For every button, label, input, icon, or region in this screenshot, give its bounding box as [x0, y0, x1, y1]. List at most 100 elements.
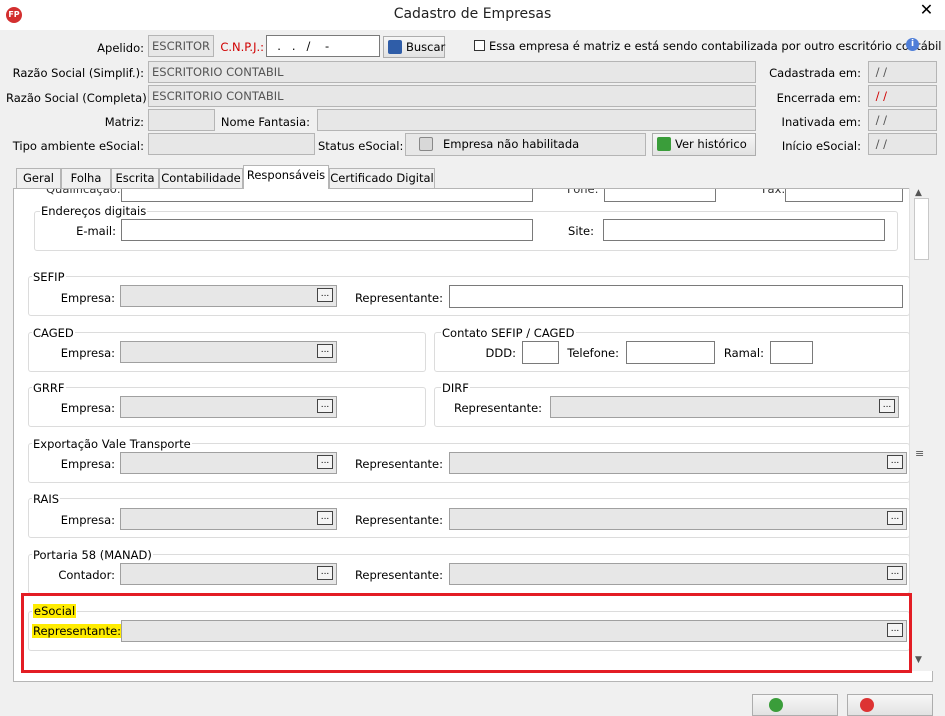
ellipsis-icon[interactable]: ... — [887, 455, 903, 469]
telefone-label: Telefone: — [567, 346, 619, 360]
tab-folha[interactable]: Folha — [61, 168, 111, 188]
ddd-input[interactable] — [522, 341, 559, 364]
rais-representante-lookup[interactable]: ... — [449, 508, 907, 530]
grrf-empresa-lookup[interactable]: ... — [120, 396, 337, 418]
scroll-thumb[interactable] — [914, 198, 929, 260]
cadastrada-label: Cadastrada em: — [769, 66, 861, 80]
buscar-button[interactable]: Buscar — [383, 36, 445, 58]
matriz-checkbox[interactable] — [474, 40, 485, 51]
close-window-button[interactable]: ✕ — [908, 0, 945, 22]
ellipsis-icon[interactable]: ... — [317, 455, 333, 469]
cadastrada-date[interactable]: / / — [868, 61, 937, 83]
email-input[interactable] — [121, 219, 533, 241]
email-label: E-mail: — [76, 224, 116, 238]
matriz-label: Matriz: — [104, 115, 144, 129]
vale-empresa-lookup[interactable]: ... — [120, 452, 337, 474]
ellipsis-icon[interactable]: ... — [887, 511, 903, 525]
site-input[interactable] — [603, 219, 885, 241]
ellipsis-icon[interactable]: ... — [317, 344, 333, 358]
ver-historico-label: Ver histórico — [675, 137, 747, 151]
sefip-empresa-lookup[interactable]: ... — [120, 285, 337, 307]
sefip-title: SEFIP — [32, 270, 66, 284]
dirf-representante-lookup[interactable]: ... — [550, 396, 899, 418]
vale-representante-label: Representante: — [354, 457, 443, 471]
highlight-annotation-box — [21, 593, 912, 673]
vertical-scrollbar[interactable]: ▲ ≡ ▼ — [909, 188, 933, 671]
fone-label: Fone: — [567, 188, 599, 196]
status-esocial-value: Empresa não habilitada — [443, 137, 580, 151]
ellipsis-icon[interactable]: ... — [317, 399, 333, 413]
portaria-contador-label: Contador: — [58, 568, 115, 582]
sefip-representante-input[interactable] — [449, 285, 903, 308]
inativada-label: Inativada em: — [781, 115, 861, 129]
portaria-representante-label: Representante: — [354, 568, 443, 582]
confirm-button[interactable] — [752, 694, 838, 716]
cancel-button[interactable] — [847, 694, 933, 716]
ver-historico-button[interactable]: Ver histórico — [652, 133, 756, 156]
caged-empresa-lookup[interactable]: ... — [120, 341, 337, 363]
razao-completa-field[interactable]: ESCRITORIO CONTABIL — [148, 85, 756, 107]
tipo-ambiente-field[interactable] — [148, 133, 315, 155]
razao-simplificada-label: Razão Social (Simplif.): — [12, 66, 144, 80]
inativada-date[interactable]: / / — [868, 109, 937, 131]
ramal-label: Ramal: — [723, 346, 764, 360]
apelido-label: Apelido: — [97, 41, 144, 55]
tipo-ambiente-label: Tipo ambiente eSocial: — [12, 139, 144, 153]
fone-input[interactable] — [604, 189, 716, 202]
portaria-contador-lookup[interactable]: ... — [120, 563, 337, 585]
ellipsis-icon[interactable]: ... — [317, 288, 333, 302]
scroll-grip-icon: ≡ — [915, 447, 925, 460]
ellipsis-icon[interactable]: ... — [879, 399, 895, 413]
nome-fantasia-label: Nome Fantasia: — [220, 115, 310, 129]
nome-fantasia-field[interactable] — [317, 109, 756, 131]
document-icon — [419, 137, 433, 151]
tab-escrita[interactable]: Escrita — [111, 168, 159, 188]
rais-title: RAIS — [32, 492, 61, 506]
window-title: Cadastro de Empresas — [393, 6, 552, 22]
scroll-down-icon[interactable]: ▼ — [915, 655, 922, 665]
encerrada-date[interactable]: / / — [868, 85, 937, 107]
ddd-label: DDD: — [485, 346, 516, 360]
cancel-icon — [860, 698, 874, 712]
rais-empresa-lookup[interactable]: ... — [120, 508, 337, 530]
razao-completa-label: Razão Social (Completa): — [6, 91, 151, 105]
cnpj-input[interactable]: . . / - — [266, 35, 380, 57]
telefone-input[interactable] — [626, 341, 715, 364]
grrf-title: GRRF — [32, 381, 66, 395]
ramal-input[interactable] — [770, 341, 813, 364]
cnpj-label: C.N.P.J.: — [220, 40, 264, 54]
dirf-representante-label: Representante: — [454, 401, 543, 415]
buscar-button-label: Buscar — [406, 40, 446, 54]
portaria-title: Portaria 58 (MANAD) — [32, 548, 153, 562]
fax-input[interactable] — [785, 189, 903, 202]
enderecos-digitais-title: Endereços digitais — [40, 204, 148, 218]
info-icon[interactable]: i — [906, 38, 919, 51]
ellipsis-icon[interactable]: ... — [887, 566, 903, 580]
rais-representante-label: Representante: — [354, 513, 443, 527]
razao-simplificada-field[interactable]: ESCRITORIO CONTABIL — [148, 61, 756, 83]
status-esocial-field: Empresa não habilitada — [405, 133, 646, 156]
sefip-empresa-label: Empresa: — [60, 291, 115, 305]
tab-certificado-digital[interactable]: Certificado Digital — [329, 168, 435, 188]
apelido-field[interactable]: ESCRITOR — [148, 35, 214, 57]
qualificacao-input[interactable] — [121, 189, 533, 202]
history-icon — [657, 137, 671, 151]
scroll-up-icon[interactable]: ▲ — [915, 188, 922, 198]
inicio-esocial-date[interactable]: / / — [868, 133, 937, 155]
matriz-field[interactable] — [148, 109, 215, 131]
tab-geral[interactable]: Geral — [16, 168, 61, 188]
grrf-empresa-label: Empresa: — [60, 401, 115, 415]
check-icon — [769, 698, 783, 712]
vale-representante-lookup[interactable]: ... — [449, 452, 907, 474]
ellipsis-icon[interactable]: ... — [317, 511, 333, 525]
status-esocial-label: Status eSocial: — [318, 139, 404, 153]
vale-transporte-title: Exportação Vale Transporte — [32, 437, 192, 451]
search-binoculars-icon — [388, 40, 402, 54]
contato-title: Contato SEFIP / CAGED — [441, 326, 576, 340]
tab-contabilidade[interactable]: Contabilidade — [159, 168, 243, 188]
caged-title: CAGED — [32, 326, 75, 340]
tab-responsaveis[interactable]: Responsáveis — [243, 165, 329, 189]
fax-label: Fax: — [762, 188, 786, 196]
ellipsis-icon[interactable]: ... — [317, 566, 333, 580]
portaria-representante-lookup[interactable]: ... — [449, 563, 907, 585]
